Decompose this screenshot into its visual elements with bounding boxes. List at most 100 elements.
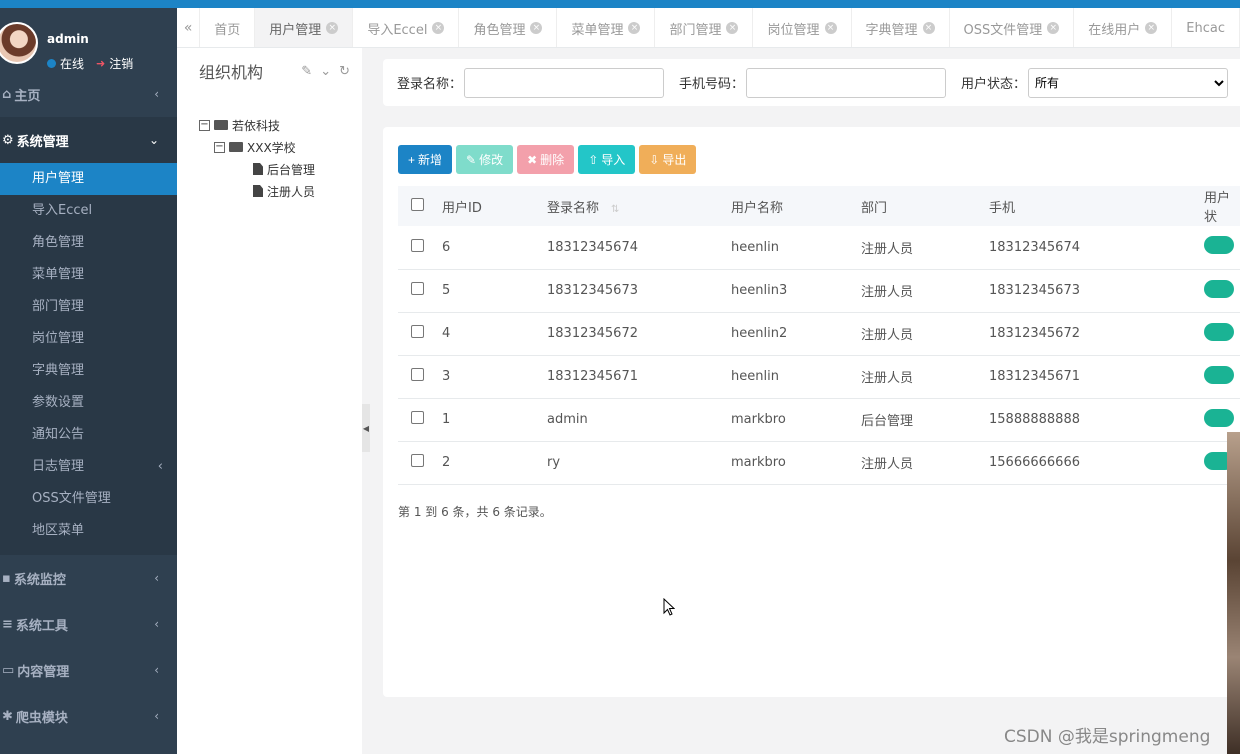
table-row[interactable]: 6 18312345674 heenlin 注册人员 18312345674	[398, 226, 1240, 269]
collapse-icon[interactable]: −	[199, 119, 210, 131]
row-checkbox[interactable]	[411, 325, 424, 338]
status-toggle[interactable]	[1204, 236, 1234, 255]
sidebar-item-depts[interactable]: 部门管理	[0, 291, 177, 323]
close-icon[interactable]: ×	[432, 22, 445, 34]
tree-node-root[interactable]: − 若依科技	[199, 114, 362, 136]
sidebar-item-menus[interactable]: 菜单管理	[0, 259, 177, 291]
status-toggle[interactable]	[1204, 408, 1234, 427]
logout-link[interactable]: 注销	[109, 55, 133, 72]
sidebar-item-posts[interactable]: 岗位管理	[0, 323, 177, 355]
col-dept[interactable]: 部门	[861, 186, 989, 226]
cell-user-name: heenlin2	[731, 326, 788, 341]
select-all-checkbox[interactable]	[411, 197, 424, 211]
tree-node-registered[interactable]: 注册人员	[199, 180, 362, 202]
table-row[interactable]: 4 18312345672 heenlin2 注册人员 18312345672	[398, 312, 1240, 355]
close-icon[interactable]: ×	[1145, 22, 1158, 34]
chevron-down-icon[interactable]: ⌄	[320, 64, 331, 79]
row-checkbox[interactable]	[411, 411, 424, 424]
delete-button[interactable]: ✖ 删除	[517, 145, 575, 174]
close-icon[interactable]: ×	[628, 22, 641, 34]
sidebar-item-params[interactable]: 参数设置	[0, 387, 177, 419]
tab-users[interactable]: 用户管理 ×	[255, 8, 354, 47]
edit-button[interactable]: ✎ 修改	[456, 145, 514, 174]
phone-input[interactable]	[746, 67, 947, 98]
tab-home[interactable]: 首页	[200, 8, 256, 47]
nav-tools[interactable]: ≡ 系统工具 ‹	[0, 601, 177, 647]
status-select[interactable]: 所有	[1028, 67, 1229, 98]
close-icon[interactable]: ×	[922, 22, 935, 34]
avatar[interactable]	[0, 22, 38, 64]
cell-dept: 注册人员	[861, 328, 914, 343]
tab-online[interactable]: 在线用户 ×	[1074, 8, 1173, 47]
tab-scroll-left-icon[interactable]: «	[177, 8, 201, 47]
row-checkbox[interactable]	[411, 454, 424, 467]
edit-icon[interactable]: ✎	[301, 64, 312, 79]
panel-collapse-handle[interactable]: ◀	[362, 404, 370, 452]
tree-node-label: 后台管理	[267, 162, 316, 177]
plus-icon: +	[408, 152, 416, 167]
close-icon[interactable]: ×	[530, 22, 543, 34]
table-row[interactable]: 1 admin markbro 后台管理 15888888888	[398, 398, 1240, 441]
table-row[interactable]: 3 18312345671 heenlin 注册人员 18312345671	[398, 355, 1240, 398]
tab-menus[interactable]: 菜单管理 ×	[557, 8, 656, 47]
tree-node-admin[interactable]: 后台管理	[199, 158, 362, 180]
collapse-icon[interactable]: −	[214, 141, 225, 153]
sidebar-item-dict[interactable]: 字典管理	[0, 355, 177, 387]
tree-node-label: 若依科技	[232, 118, 281, 133]
cell-user-name: markbro	[731, 412, 786, 427]
col-user-id[interactable]: 用户ID	[442, 186, 547, 226]
status-toggle[interactable]	[1204, 365, 1234, 384]
row-checkbox[interactable]	[411, 368, 424, 381]
chevron-left-icon: ‹	[154, 87, 159, 101]
tab-roles[interactable]: 角色管理 ×	[459, 8, 558, 47]
sidebar-item-region[interactable]: 地区菜单	[0, 515, 177, 547]
org-tools: ✎ ⌄ ↻	[301, 64, 350, 79]
close-icon[interactable]: ×	[326, 22, 339, 34]
close-icon[interactable]: ×	[1047, 22, 1060, 34]
sidebar-item-users[interactable]: 用户管理	[0, 163, 177, 195]
col-status[interactable]: 用户状	[1204, 186, 1240, 226]
close-icon[interactable]: ×	[726, 22, 739, 34]
nav-crawler[interactable]: ✱ 爬虫模块 ‹	[0, 693, 177, 739]
tab-depts[interactable]: 部门管理 ×	[655, 8, 754, 47]
tab-oss[interactable]: OSS文件管理 ×	[950, 8, 1075, 47]
sidebar-item-import[interactable]: 导入Eccel	[0, 195, 177, 227]
sidebar-item-notices[interactable]: 通知公告	[0, 419, 177, 451]
search-form: 登录名称： 手机号码： 用户状态： 所有	[383, 59, 1240, 106]
table-row[interactable]: 5 18312345673 heenlin3 注册人员 18312345673	[398, 269, 1240, 312]
col-user-name[interactable]: 用户名称	[731, 186, 861, 226]
add-button[interactable]: + 新增	[398, 145, 453, 174]
tab-ehcache[interactable]: Ehcac	[1172, 8, 1240, 47]
logout-icon[interactable]: ➜	[96, 57, 105, 70]
chevron-left-icon: ‹	[154, 709, 159, 723]
import-button[interactable]: ⇧ 导入	[578, 145, 636, 174]
nav-home[interactable]: ⌂ 主页 ‹	[0, 71, 177, 117]
sidebar-item-roles[interactable]: 角色管理	[0, 227, 177, 259]
col-phone[interactable]: 手机	[989, 186, 1204, 226]
tab-posts[interactable]: 岗位管理 ×	[753, 8, 852, 47]
login-name-input[interactable]	[464, 67, 665, 98]
status-toggle[interactable]	[1204, 279, 1234, 298]
col-login-name[interactable]: 登录名称 ⇅	[547, 186, 731, 226]
tab-dict[interactable]: 字典管理 ×	[852, 8, 950, 47]
export-button[interactable]: ⇩ 导出	[639, 145, 697, 174]
sort-icon[interactable]: ⇅	[611, 204, 619, 215]
row-checkbox[interactable]	[411, 238, 424, 252]
user-name: admin	[47, 32, 89, 46]
cell-user-id: 1	[442, 412, 451, 427]
row-checkbox[interactable]	[411, 282, 424, 295]
user-status: 在线 ➜ 注销	[47, 55, 133, 72]
tree-node-school[interactable]: − XXX学校	[199, 136, 362, 158]
sidebar-item-logs[interactable]: 日志管理 ‹	[0, 451, 177, 483]
edit-icon: ✎	[466, 152, 477, 167]
close-icon[interactable]: ×	[824, 22, 837, 34]
refresh-icon[interactable]: ↻	[339, 64, 350, 79]
sidebar-item-oss[interactable]: OSS文件管理	[0, 483, 177, 515]
nav-system[interactable]: ⚙ 系统管理 ⌄	[0, 117, 177, 163]
status-toggle[interactable]	[1204, 322, 1234, 341]
tab-import[interactable]: 导入Eccel ×	[353, 8, 460, 47]
table-row[interactable]: 2 ry markbro 注册人员 15666666666	[398, 441, 1240, 484]
org-panel: 组织机构 ✎ ⌄ ↻ − 若依科技 − XXX学校 后台管理 注册人员	[177, 48, 362, 754]
nav-content[interactable]: ▭ 内容管理 ‹	[0, 647, 177, 693]
nav-monitor[interactable]: ▪ 系统监控 ‹	[0, 555, 177, 601]
